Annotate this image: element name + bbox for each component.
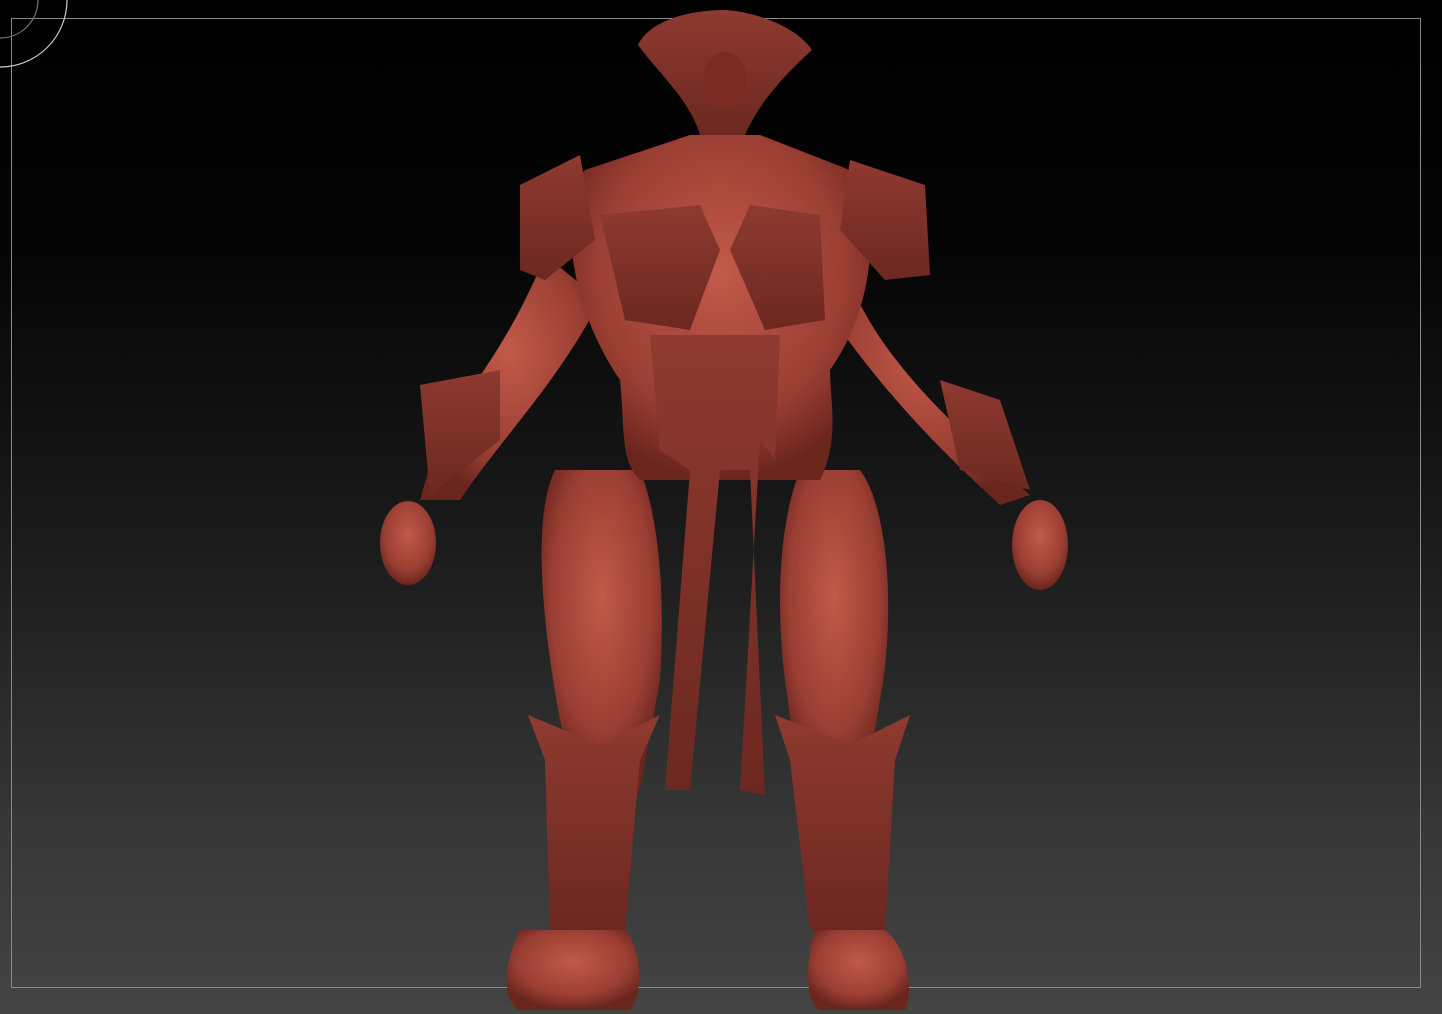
3d-viewport-canvas[interactable]	[0, 0, 1442, 1014]
model-head	[638, 10, 812, 135]
sculpt-model[interactable]	[0, 0, 1442, 1014]
